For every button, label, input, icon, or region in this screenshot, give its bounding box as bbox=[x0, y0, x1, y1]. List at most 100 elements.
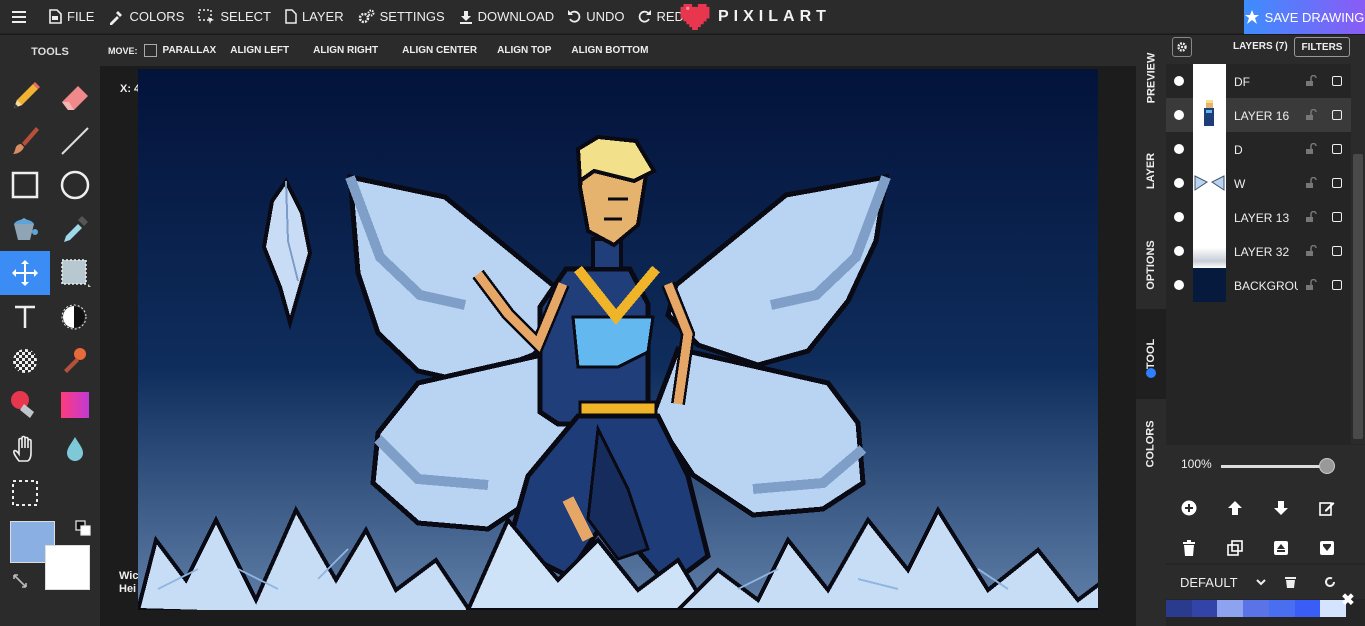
unlock-icon[interactable] bbox=[1305, 279, 1317, 291]
palette-swatch[interactable] bbox=[1191, 600, 1218, 617]
colors-menu-button[interactable]: COLORS bbox=[101, 0, 191, 34]
opacity-slider-track[interactable] bbox=[1221, 465, 1326, 468]
align-right-button[interactable]: ALIGN RIGHT bbox=[313, 45, 378, 56]
duplicate-layer-button[interactable] bbox=[1222, 535, 1248, 561]
layer-select-checkbox[interactable] bbox=[1332, 76, 1342, 86]
align-bottom-button[interactable]: ALIGN BOTTOM bbox=[571, 45, 648, 56]
parallax-label[interactable]: PARALLAX bbox=[163, 45, 217, 56]
eyedropper-tool[interactable] bbox=[50, 207, 100, 251]
save-drawing-button[interactable]: SAVE DRAWING bbox=[1244, 0, 1365, 34]
layer-row[interactable]: LAYER 13 bbox=[1166, 200, 1351, 234]
refresh-icon[interactable] bbox=[1324, 576, 1336, 588]
drawing-canvas[interactable] bbox=[138, 69, 1098, 610]
unlock-icon[interactable] bbox=[1305, 143, 1317, 155]
swap-colors-icon[interactable] bbox=[12, 573, 28, 589]
visibility-toggle[interactable] bbox=[1174, 76, 1184, 86]
reset-colors-icon[interactable] bbox=[75, 520, 91, 536]
edit-layer-button[interactable] bbox=[1314, 495, 1340, 521]
settings-menu-button[interactable]: SETTINGS bbox=[351, 0, 452, 34]
layer-row[interactable]: BACKGROUND bbox=[1166, 268, 1351, 302]
line-tool[interactable] bbox=[50, 119, 100, 163]
layer-row[interactable]: DF bbox=[1166, 64, 1351, 98]
unlock-icon[interactable] bbox=[1305, 211, 1317, 223]
brush-tool[interactable] bbox=[0, 119, 50, 163]
align-top-button[interactable]: ALIGN TOP bbox=[497, 45, 551, 56]
align-center-button[interactable]: ALIGN CENTER bbox=[402, 45, 477, 56]
file-menu-button[interactable]: FILE bbox=[42, 0, 101, 34]
tab-layer[interactable]: LAYER bbox=[1136, 121, 1166, 221]
move-layer-down-button[interactable] bbox=[1268, 495, 1294, 521]
palette-selector[interactable]: DEFAULT bbox=[1180, 575, 1238, 590]
save-drawing-label: SAVE DRAWING bbox=[1264, 9, 1365, 25]
stamp-tool[interactable] bbox=[50, 339, 100, 383]
fill-bucket-tool[interactable] bbox=[0, 207, 50, 251]
move-layer-up-button[interactable] bbox=[1222, 495, 1248, 521]
circle-tool[interactable] bbox=[50, 163, 100, 207]
close-panel-button[interactable]: ✖ bbox=[1337, 589, 1359, 611]
visibility-toggle[interactable] bbox=[1174, 246, 1184, 256]
layer-select-checkbox[interactable] bbox=[1332, 246, 1342, 256]
download-menu-button[interactable]: DOWNLOAD bbox=[452, 0, 562, 34]
palette-swatch[interactable] bbox=[1166, 600, 1192, 617]
blur-drop-tool[interactable] bbox=[50, 427, 100, 471]
layer-row[interactable]: LAYER 16 bbox=[1166, 98, 1351, 132]
unlock-icon[interactable] bbox=[1305, 75, 1317, 87]
opacity-slider-knob[interactable] bbox=[1319, 458, 1335, 474]
layer-thumbnail bbox=[1193, 268, 1226, 302]
layer-select-checkbox[interactable] bbox=[1332, 212, 1342, 222]
delete-layer-button[interactable] bbox=[1176, 535, 1202, 561]
gradient-tool[interactable] bbox=[50, 383, 100, 427]
tab-colors[interactable]: COLORS bbox=[1136, 399, 1166, 489]
layer-row[interactable]: LAYER 32 bbox=[1166, 234, 1351, 268]
scrollbar-thumb[interactable] bbox=[1353, 154, 1363, 439]
visibility-toggle[interactable] bbox=[1174, 178, 1184, 188]
layer-select-checkbox[interactable] bbox=[1332, 110, 1342, 120]
color-replace-tool[interactable] bbox=[0, 383, 50, 427]
merge-down-button[interactable] bbox=[1314, 535, 1340, 561]
layer-select-checkbox[interactable] bbox=[1332, 280, 1342, 290]
layer-settings-button[interactable] bbox=[1172, 37, 1192, 57]
visibility-toggle[interactable] bbox=[1174, 280, 1184, 290]
layer-menu-button[interactable]: LAYER bbox=[278, 0, 351, 34]
layer-list-scrollbar[interactable] bbox=[1351, 64, 1365, 444]
align-left-button[interactable]: ALIGN LEFT bbox=[230, 45, 289, 56]
lighten-tool[interactable] bbox=[50, 295, 100, 339]
marquee-tool[interactable] bbox=[0, 471, 50, 515]
tab-options[interactable]: OPTIONS bbox=[1136, 221, 1166, 309]
layer-row[interactable]: W bbox=[1166, 166, 1351, 200]
unlock-icon[interactable] bbox=[1305, 245, 1317, 257]
select-shape-tool[interactable] bbox=[50, 251, 100, 295]
palette-swatch[interactable] bbox=[1294, 600, 1321, 617]
palette-swatch[interactable] bbox=[1243, 600, 1269, 617]
unlock-icon[interactable] bbox=[1305, 109, 1317, 121]
secondary-color-swatch[interactable] bbox=[45, 545, 90, 590]
visibility-toggle[interactable] bbox=[1174, 212, 1184, 222]
layer-row[interactable]: D bbox=[1166, 132, 1351, 166]
visibility-toggle[interactable] bbox=[1174, 144, 1184, 154]
palette-swatch[interactable] bbox=[1268, 600, 1295, 617]
dither-tool[interactable] bbox=[0, 339, 50, 383]
add-layer-button[interactable] bbox=[1176, 495, 1202, 521]
hand-tool[interactable] bbox=[0, 427, 50, 471]
pencil-tool[interactable] bbox=[0, 75, 50, 119]
filters-button[interactable]: FILTERS bbox=[1294, 37, 1350, 57]
parallax-checkbox[interactable] bbox=[143, 44, 157, 57]
undo-button[interactable]: UNDO bbox=[561, 0, 631, 34]
move-tool[interactable] bbox=[0, 251, 50, 295]
tab-preview[interactable]: PREVIEW bbox=[1136, 35, 1166, 121]
palette-swatch[interactable] bbox=[1217, 600, 1244, 617]
merge-up-button[interactable] bbox=[1268, 535, 1294, 561]
chevron-down-icon[interactable] bbox=[1256, 579, 1266, 587]
visibility-toggle[interactable] bbox=[1174, 110, 1184, 120]
layer-select-checkbox[interactable] bbox=[1332, 144, 1342, 154]
trash-icon[interactable] bbox=[1285, 576, 1296, 588]
eraser-tool[interactable] bbox=[50, 75, 100, 119]
unlock-icon[interactable] bbox=[1305, 177, 1317, 189]
select-menu-button[interactable]: SELECT bbox=[191, 0, 278, 34]
text-tool[interactable] bbox=[0, 295, 50, 339]
tab-tool[interactable]: TOOL bbox=[1136, 309, 1166, 399]
rectangle-tool[interactable] bbox=[0, 163, 50, 207]
hamburger-menu-button[interactable] bbox=[0, 0, 42, 34]
layer-select-checkbox[interactable] bbox=[1332, 178, 1342, 188]
pixilart-logo[interactable]: PIXILART bbox=[680, 0, 831, 34]
